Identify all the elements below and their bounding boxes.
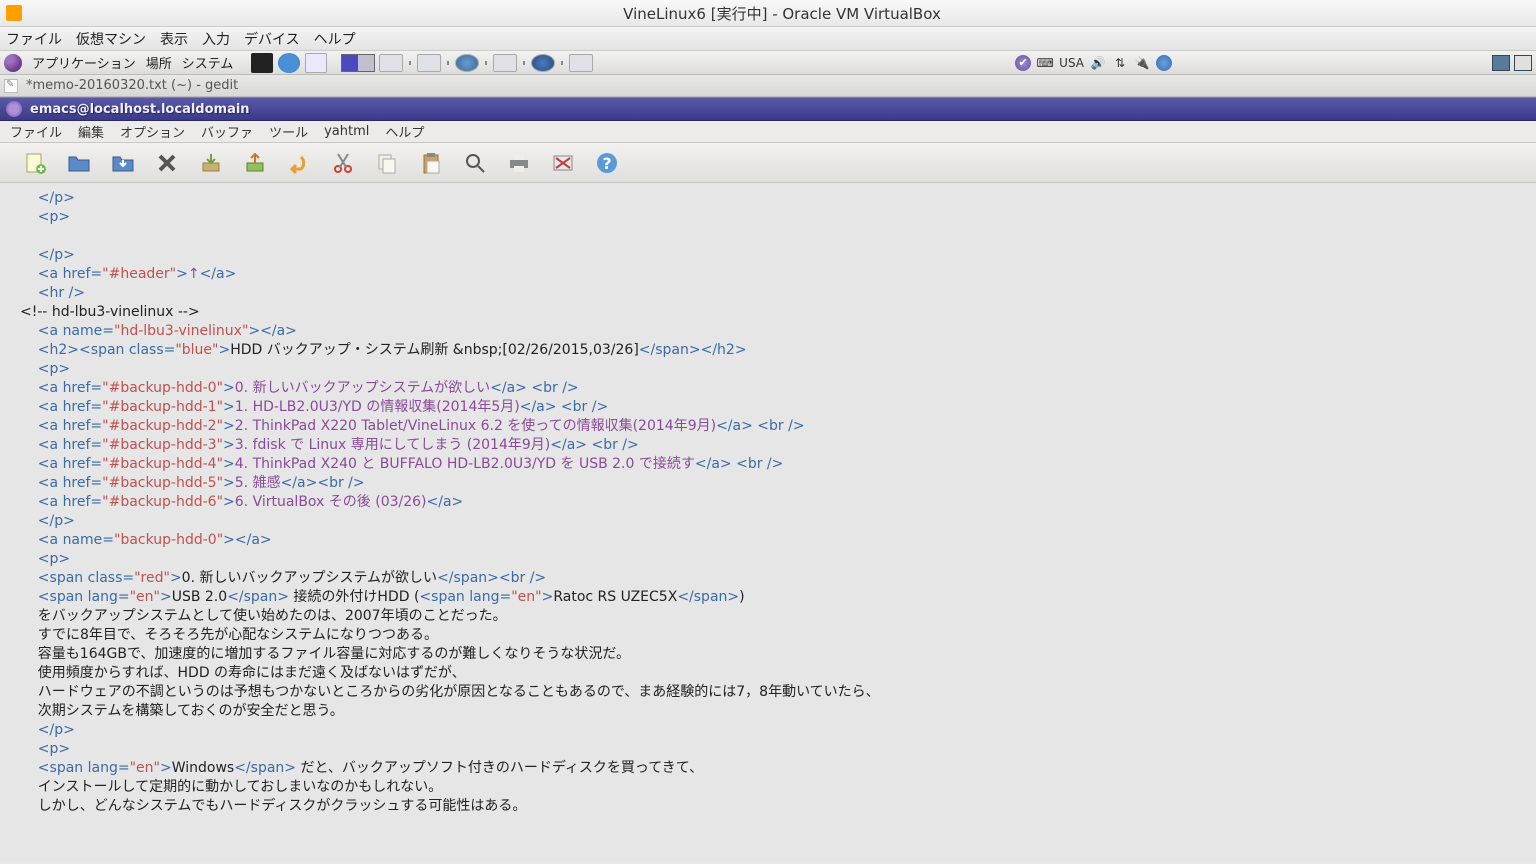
print-icon[interactable] (506, 150, 532, 176)
export-icon[interactable] (242, 150, 268, 176)
emacs-titlebar[interactable]: emacs@localhost.localdomain (0, 97, 1536, 121)
gnome-menu-places[interactable]: 場所 (146, 53, 172, 72)
save-as-icon[interactable] (198, 150, 224, 176)
tray-keyboard-icon[interactable]: ⌨ (1037, 55, 1053, 71)
tray-network-icon[interactable]: ⇅ (1112, 55, 1128, 71)
emacs-menu-buffers[interactable]: バッファ (201, 122, 253, 141)
vbox-menu-input[interactable]: 入力 (202, 29, 230, 49)
emacs-editor-area[interactable]: </p> <p> </p> <a href="#header">↑</a> <h… (0, 183, 1536, 863)
undo-icon[interactable] (286, 150, 312, 176)
vbox-titlebar: VineLinux6 [実行中] - Oracle VM VirtualBox (0, 0, 1536, 27)
tray-check-icon[interactable]: ✔ (1015, 55, 1031, 71)
gedit-title: *memo-20160320.txt (~) - gedit (26, 78, 238, 93)
applet-calc-icon[interactable] (569, 54, 593, 72)
browser-launcher-icon[interactable] (278, 53, 300, 73)
emacs-menu-help[interactable]: ヘルプ (385, 122, 424, 141)
vine-logo-icon[interactable] (4, 54, 22, 72)
save-file-icon[interactable] (110, 150, 136, 176)
applet-icon[interactable] (531, 54, 555, 72)
emacs-title: emacs@localhost.localdomain (30, 102, 250, 117)
open-file-icon[interactable] (66, 150, 92, 176)
emacs-menu-tools[interactable]: ツール (269, 122, 308, 141)
help-icon[interactable]: ? (594, 150, 620, 176)
copy-icon[interactable] (374, 150, 400, 176)
vbox-menu-devices[interactable]: デバイス (244, 29, 300, 49)
emacs-toolbar: ? (0, 143, 1536, 183)
gnome-menu-applications[interactable]: アプリケーション (32, 53, 136, 72)
vbox-menu-file[interactable]: ファイル (6, 29, 62, 49)
new-file-icon[interactable] (22, 150, 48, 176)
emacs-menu-yahtml[interactable]: yahtml (324, 124, 369, 139)
search-icon[interactable] (462, 150, 488, 176)
terminal-launcher-icon[interactable] (251, 53, 273, 73)
panel-button-icon[interactable] (1514, 55, 1532, 71)
vbox-menu-view[interactable]: 表示 (160, 29, 188, 49)
applet-icon[interactable] (379, 54, 403, 72)
applet-globe-icon[interactable] (455, 54, 479, 72)
workspace-switcher[interactable] (341, 54, 375, 72)
cut-icon[interactable] (330, 150, 356, 176)
emacs-icon (6, 101, 22, 117)
vbox-menu-machine[interactable]: 仮想マシン (76, 29, 146, 49)
gnome-menu-system[interactable]: システム (182, 53, 234, 72)
keyboard-layout-indicator[interactable]: USA (1059, 56, 1084, 70)
vbox-menubar: ファイル 仮想マシン 表示 入力 デバイス ヘルプ (0, 27, 1536, 51)
window-launcher-icon[interactable] (305, 53, 327, 73)
gnome-panel: アプリケーション 場所 システム ✔ ⌨ USA 🔊 ⇅ 🔌 (0, 51, 1536, 75)
tray-firefox-icon[interactable] (1156, 55, 1172, 71)
tray-volume-icon[interactable]: 🔊 (1090, 55, 1106, 71)
gedit-titlebar[interactable]: *memo-20160320.txt (~) - gedit (0, 75, 1536, 97)
svg-text:?: ? (602, 154, 611, 173)
document-icon (4, 79, 18, 93)
emacs-menu-options[interactable]: オプション (120, 122, 185, 141)
tray-battery-icon[interactable]: 🔌 (1134, 55, 1150, 71)
emacs-menu-file[interactable]: ファイル (10, 122, 62, 141)
applet-edit-icon[interactable] (493, 54, 517, 72)
panel-button-icon[interactable] (1492, 55, 1510, 71)
vbox-logo-icon (6, 5, 22, 21)
paste-icon[interactable] (418, 150, 444, 176)
vbox-menu-help[interactable]: ヘルプ (314, 29, 356, 49)
vbox-window-title: VineLinux6 [実行中] - Oracle VM VirtualBox (28, 3, 1536, 24)
applet-icon[interactable] (417, 54, 441, 72)
close-icon[interactable] (154, 150, 180, 176)
emacs-menubar: ファイル 編集 オプション バッファ ツール yahtml ヘルプ (0, 121, 1536, 143)
code-content: </p> <p> </p> <a href="#header">↑</a> <h… (20, 189, 1536, 816)
emacs-menu-edit[interactable]: 編集 (78, 122, 104, 141)
spell-icon[interactable] (550, 150, 576, 176)
panel-applet-group (379, 54, 593, 72)
